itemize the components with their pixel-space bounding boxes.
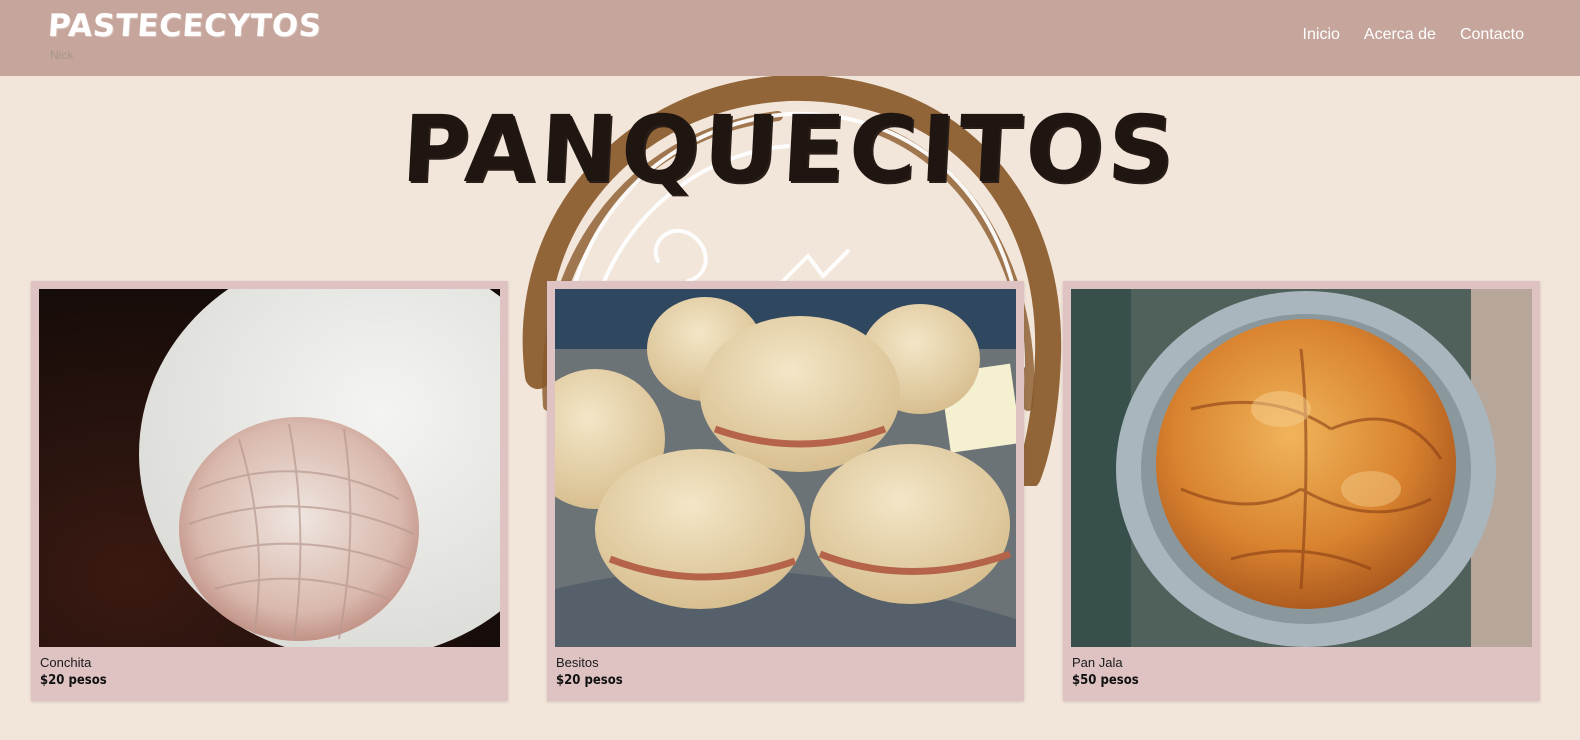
- nav-link-contacto[interactable]: Contacto: [1460, 26, 1524, 44]
- product-card-pan-jala[interactable]: Pan Jala $50 pesos: [1063, 281, 1540, 701]
- page-title: PANQUECITOS: [399, 96, 1181, 203]
- conchita-bread-image[interactable]: [39, 289, 500, 647]
- product-price: $20 pesos: [40, 673, 107, 688]
- product-card-besitos[interactable]: Besitos $20 pesos: [547, 281, 1024, 701]
- nav-link-inicio[interactable]: Inicio: [1303, 26, 1340, 44]
- product-name: Conchita: [40, 655, 92, 670]
- brand-subtitle: Nick: [50, 48, 74, 62]
- product-price: $50 pesos: [1072, 673, 1139, 688]
- besitos-bread-image[interactable]: [555, 289, 1016, 647]
- main-nav: Inicio Acerca de Contacto: [1303, 26, 1524, 44]
- product-price: $20 pesos: [556, 673, 623, 688]
- nav-link-acerca-de[interactable]: Acerca de: [1364, 26, 1436, 44]
- product-name: Besitos: [556, 655, 599, 670]
- brand-logo[interactable]: PASTECECYTOS: [47, 8, 323, 44]
- product-name: Pan Jala: [1072, 655, 1123, 670]
- product-card-conchita[interactable]: Conchita $20 pesos: [31, 281, 508, 701]
- pan-jala-bread-image[interactable]: [1071, 289, 1532, 647]
- site-header: PASTECECYTOS Nick Inicio Acerca de Conta…: [0, 0, 1580, 76]
